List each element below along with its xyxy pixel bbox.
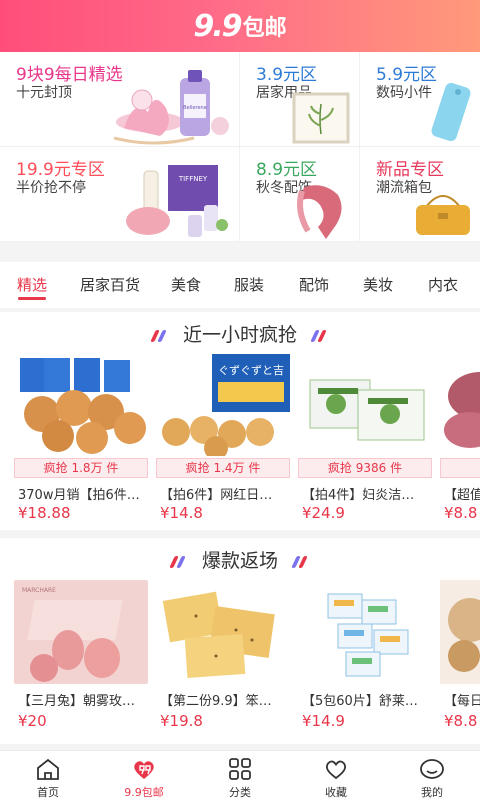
cosmetics-set-image: TIFFNEY xyxy=(126,165,228,237)
brand-label: MARCHARE xyxy=(22,587,56,594)
product-card[interactable]: 疯抢 1.8万 件 370w月销【拍6件… ¥18.88 xyxy=(14,352,148,527)
nav-label: 我的 xyxy=(421,786,443,799)
sales-badge: 疯抢 9386 件 xyxy=(298,458,432,478)
biscuits-image xyxy=(14,352,148,456)
scarf-image xyxy=(297,185,342,239)
promo-5-9[interactable]: 5.9元区 数码小件 xyxy=(360,52,480,147)
nuts-image xyxy=(440,580,480,684)
care-pads-image xyxy=(298,352,432,456)
product-price: ¥19.8 xyxy=(160,712,203,730)
tab-featured[interactable]: 精选 xyxy=(0,262,64,308)
box-label: TIFFNEY xyxy=(178,175,208,183)
product-price: ¥8.8 xyxy=(444,504,478,522)
nav-label: 分类 xyxy=(229,786,251,799)
heart-icon xyxy=(325,760,347,780)
slash-decoration xyxy=(291,555,308,568)
nav-home[interactable]: 首页 xyxy=(0,751,96,800)
product-name: 【拍4件】妇炎洁… xyxy=(302,488,415,503)
product-card[interactable]: 【第二份9.9】笨… ¥19.8 xyxy=(156,580,290,740)
product-name: 370w月销【拍6件… xyxy=(18,488,140,503)
makeup-sponge-image: MARCHARE xyxy=(14,580,148,684)
product-price: ¥8.8 xyxy=(444,712,478,730)
hot-section-header: 爆款返场 xyxy=(0,546,480,573)
bottle-label: Bellerene xyxy=(183,105,207,111)
product-card[interactable]: ぐずぐずと吉 疯抢 1.4万 件 【拍6件】网红日… ¥14.8 xyxy=(156,352,290,527)
phone-case-image xyxy=(431,82,471,142)
photo-frame-image xyxy=(292,92,350,144)
nav-favorites[interactable]: 收藏 xyxy=(288,751,384,800)
bottom-nav: 首页 9.9包邮 分类 收藏 我的 xyxy=(0,750,480,800)
nav-categories[interactable]: 分类 xyxy=(192,751,288,800)
flash-section-header: 近一小时疯抢 xyxy=(0,320,480,347)
product-name: 【三月兔】朝雾玫… xyxy=(18,694,136,709)
sweet-potato-image xyxy=(440,352,480,456)
tab-underwear[interactable]: 内衣 xyxy=(410,262,476,308)
sales-badge: 疯抢 1.4万 件 xyxy=(156,458,290,478)
product-name: 【拍6件】网红日… xyxy=(160,488,273,503)
product-name: 【每日 xyxy=(444,694,480,709)
logo-text: 包邮 xyxy=(242,16,287,41)
product-price: ¥14.8 xyxy=(160,504,203,522)
product-price: ¥20 xyxy=(18,712,47,730)
product-card[interactable]: 【5包60片】舒莱… ¥14.9 xyxy=(298,580,432,740)
section-title: 近一小时疯抢 xyxy=(182,324,297,346)
product-price: ¥18.88 xyxy=(18,504,71,522)
promo-3-9[interactable]: 3.9元区 居家用品 xyxy=(240,52,360,147)
slash-decoration xyxy=(150,329,167,342)
nav-ninety-nine[interactable]: 9.9包邮 xyxy=(96,751,192,800)
header-bar: 9.9 包邮 xyxy=(0,0,480,52)
sales-badge: 疯抢 1.8万 件 xyxy=(14,458,148,478)
slash-decoration xyxy=(169,555,186,568)
promo-new-arrivals[interactable]: 新品专区 潮流箱包 xyxy=(360,147,480,242)
app-screen: 9.9 包邮 9块9每日精选 十元封顶 Bellerene 3.9元区 居家用品 xyxy=(0,0,480,800)
slash-decoration xyxy=(310,329,327,342)
promo-subtitle: 半价抢不停 xyxy=(16,180,86,196)
logo-number: 9.9 xyxy=(193,8,242,44)
product-name: 【超值 xyxy=(444,488,480,503)
sales-badge: 疯 xyxy=(440,458,480,478)
crackers-image xyxy=(156,580,290,684)
tab-food[interactable]: 美食 xyxy=(156,262,216,308)
snack-pack-image: ぐずぐずと吉 xyxy=(156,352,290,456)
promo-19-9[interactable]: 19.9元专区 半价抢不停 TIFFNEY xyxy=(0,147,240,242)
tab-home-goods[interactable]: 居家百货 xyxy=(64,262,156,308)
product-card[interactable]: 疯抢 9386 件 【拍4件】妇炎洁… ¥24.9 xyxy=(298,352,432,527)
product-name: 【5包60片】舒莱… xyxy=(302,694,418,709)
profile-icon xyxy=(420,759,444,779)
product-price: ¥14.9 xyxy=(302,712,345,730)
nav-label: 收藏 xyxy=(325,786,347,799)
section-title: 爆款返场 xyxy=(201,550,278,572)
ninety-nine-icon xyxy=(134,761,154,779)
promo-grid: 9块9每日精选 十元封顶 Bellerene 3.9元区 居家用品 5.9元区 … xyxy=(0,52,480,242)
nav-label: 首页 xyxy=(37,786,59,799)
promo-daily-picks[interactable]: 9块9每日精选 十元封顶 Bellerene xyxy=(0,52,240,147)
product-price: ¥24.9 xyxy=(302,504,345,522)
pink-gift-set-image: Bellerene xyxy=(113,70,229,145)
flash-sale-section: 近一小时疯抢 疯抢 1.8万 件 370w月销【拍6件… ¥18.88 ぐずぐず… xyxy=(0,312,480,530)
package-label: ぐずぐずと吉 xyxy=(218,364,284,377)
promo-subtitle: 十元封顶 xyxy=(16,85,72,101)
home-icon xyxy=(37,758,59,780)
tissue-packs-image xyxy=(298,580,432,684)
grid-icon xyxy=(229,758,251,780)
product-card[interactable]: MARCHARE 【三月兔】朝雾玫… ¥20 xyxy=(14,580,148,740)
hot-items-section: 爆款返场 MARCHARE 【三月兔】朝雾玫… ¥20 【第二份9.9】笨… ¥… xyxy=(0,538,480,744)
promo-8-9[interactable]: 8.9元区 秋冬配饰 xyxy=(240,147,360,242)
nav-label: 9.9包邮 xyxy=(124,786,164,799)
tab-clothing[interactable]: 服装 xyxy=(216,262,282,308)
tab-accessories[interactable]: 配饰 xyxy=(282,262,346,308)
product-card[interactable]: 【每日 ¥8.8 xyxy=(440,580,480,740)
product-name: 【第二份9.9】笨… xyxy=(160,694,272,709)
nav-profile[interactable]: 我的 xyxy=(384,751,480,800)
tab-beauty[interactable]: 美妆 xyxy=(346,262,410,308)
handbag-image xyxy=(416,195,470,235)
category-tabs: 精选 居家百货 美食 服装 配饰 美妆 内衣 xyxy=(0,262,480,308)
product-card[interactable]: 疯 【超值 ¥8.8 xyxy=(440,352,480,527)
